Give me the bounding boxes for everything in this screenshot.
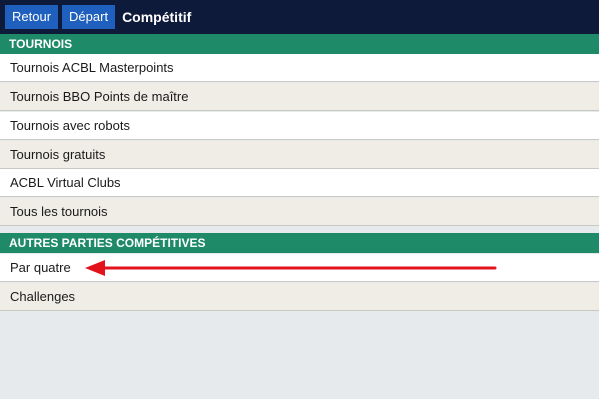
section-header-tournois: TOURNOIS [0, 34, 599, 54]
top-bar: Retour Départ Compétitif [0, 0, 599, 34]
page-title: Compétitif [122, 9, 192, 25]
list-item-challenges[interactable]: Challenges [0, 283, 599, 311]
section-header-other-competitive: AUTRES PARTIES COMPÉTITIVES [0, 233, 599, 253]
list-item-robots[interactable]: Tournois avec robots [0, 112, 599, 140]
list-item-acbl-virtual-clubs[interactable]: ACBL Virtual Clubs [0, 169, 599, 197]
annotation-arrow-icon [85, 260, 497, 276]
home-button[interactable]: Départ [62, 5, 116, 29]
list-item-free-tournaments[interactable]: Tournois gratuits [0, 141, 599, 169]
list-item-acbl-masterpoints[interactable]: Tournois ACBL Masterpoints [0, 54, 599, 82]
back-button[interactable]: Retour [5, 5, 59, 29]
list-item-all-tournaments[interactable]: Tous les tournois [0, 198, 599, 226]
list-item-bbo-points[interactable]: Tournois BBO Points de maître [0, 83, 599, 111]
